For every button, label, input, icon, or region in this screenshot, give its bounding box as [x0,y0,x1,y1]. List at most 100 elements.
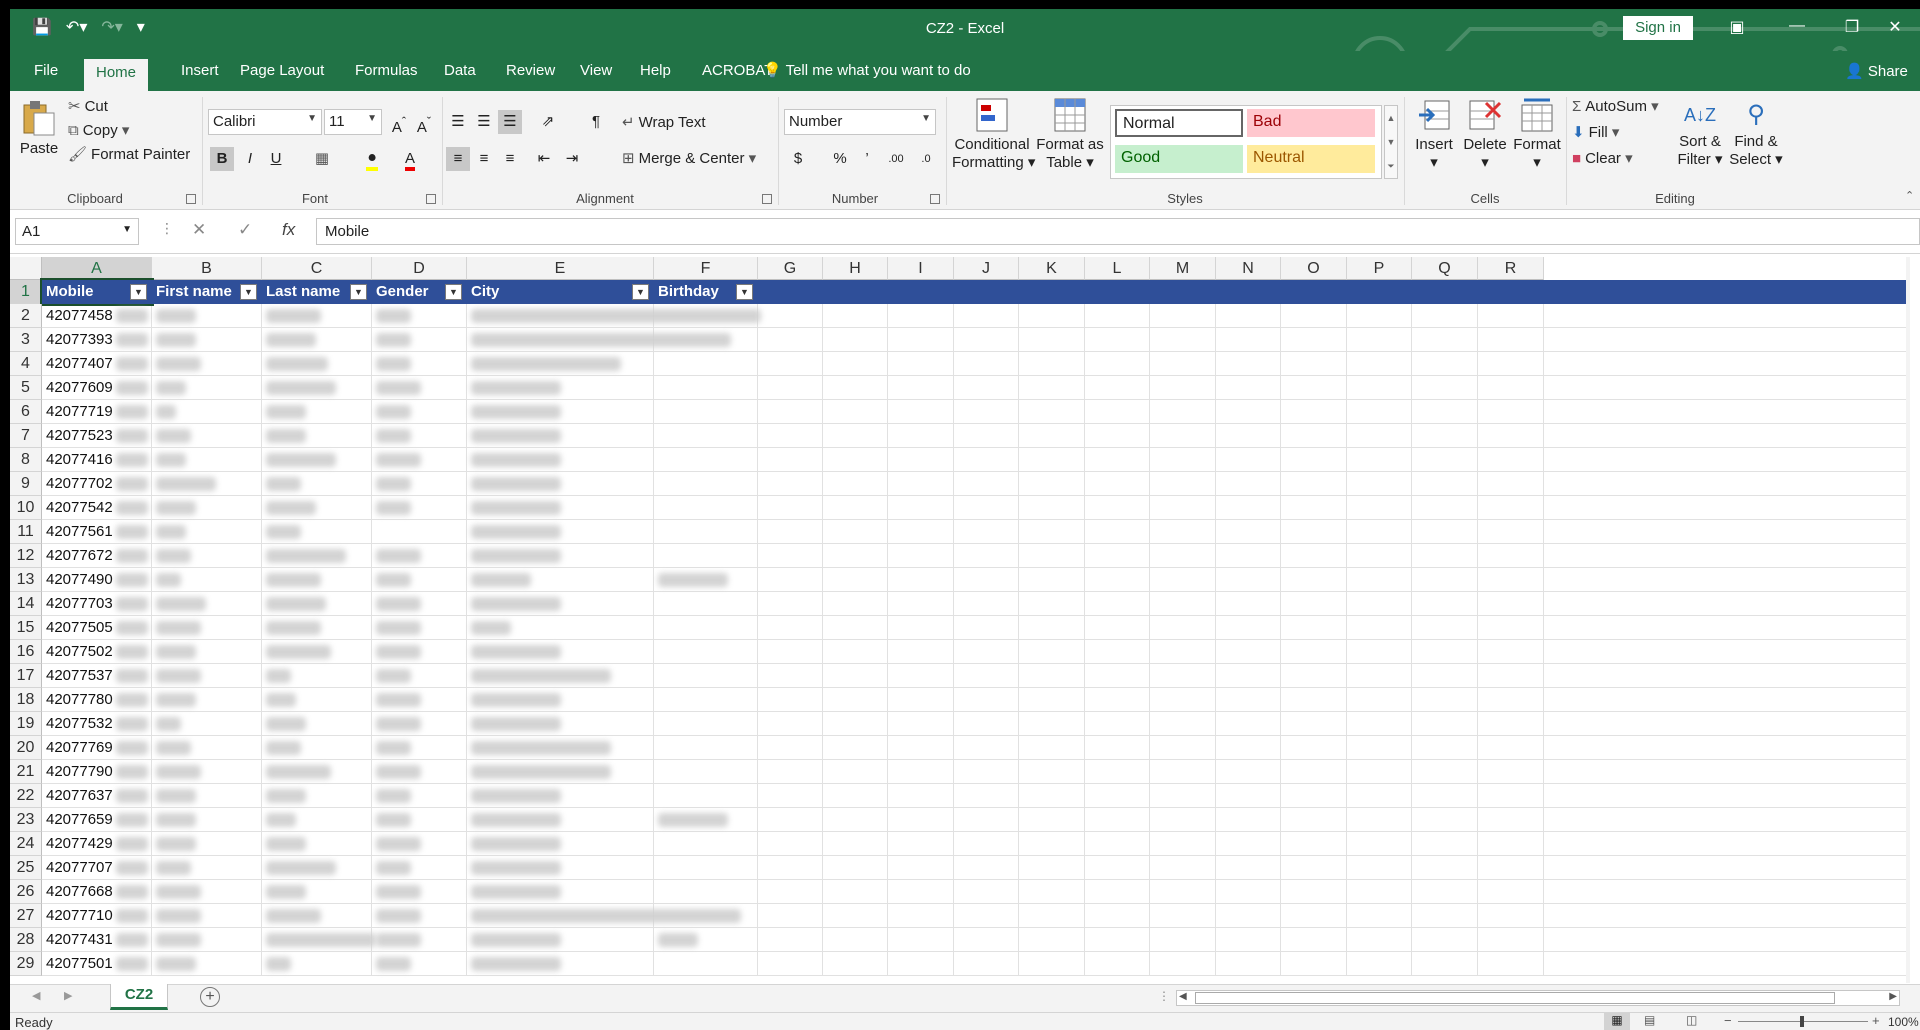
comma-style-icon[interactable]: ’ [855,147,879,171]
select-all-corner[interactable] [10,257,42,280]
wrap-text-button[interactable]: ↵ Wrap Text [622,113,706,131]
column-header[interactable]: D [372,257,467,280]
page-break-view-icon[interactable]: ◫ [1686,1013,1697,1027]
column-header[interactable]: P [1347,257,1412,280]
row-header[interactable]: 20 [10,736,42,760]
column-header[interactable]: L [1085,257,1150,280]
mobile-cell[interactable]: 42077393 [42,328,152,352]
zoom-in-icon[interactable]: + [1872,1013,1880,1028]
font-name-combo[interactable]: Calibri ▼ [208,109,322,135]
style-normal[interactable]: Normal [1115,109,1243,137]
underline-button[interactable]: U [264,147,288,171]
column-header[interactable]: O [1281,257,1347,280]
row-header[interactable]: 22 [10,784,42,808]
row-header[interactable]: 9 [10,472,42,496]
zoom-out-icon[interactable]: − [1724,1013,1732,1028]
find-select-button[interactable]: ⚲ Find & Select ▾ [1728,97,1784,187]
mobile-cell[interactable]: 42077407 [42,352,152,376]
row-header[interactable]: 21 [10,760,42,784]
fill-button[interactable]: ⬇ Fill ▾ [1572,123,1623,141]
mobile-cell[interactable]: 42077702 [42,472,152,496]
tab-home[interactable]: Home [84,59,149,91]
orientation-icon[interactable]: ⇗ [536,110,560,134]
column-header[interactable]: A [42,257,152,280]
number-launcher-icon[interactable] [930,194,940,204]
mobile-cell[interactable]: 42077532 [42,712,152,736]
row-header[interactable]: 7 [10,424,42,448]
tell-me-search[interactable]: 💡 Tell me what you want to do [763,61,971,79]
tab-help[interactable]: Help [640,61,671,91]
filter-dropdown-icon[interactable]: ▼ [240,284,257,300]
fill-color-icon[interactable]: ⚫ [360,147,384,171]
row-header[interactable]: 25 [10,856,42,880]
mobile-cell[interactable]: 42077416 [42,448,152,472]
merge-center-button[interactable]: ⊞ Merge & Center ▾ [622,149,760,167]
paragraph-direction-icon[interactable]: ¶ [584,110,608,134]
next-sheet-icon[interactable]: ▶ [64,989,72,1002]
styles-gallery-scroll[interactable]: ▲ ▼ ⏷ [1384,105,1398,179]
mobile-cell[interactable]: 42077537 [42,664,152,688]
bottom-align-icon[interactable]: ☰ [498,110,522,134]
mobile-cell[interactable]: 42077719 [42,400,152,424]
table-header-cell[interactable]: City ▼ [467,280,654,304]
alignment-launcher-icon[interactable] [762,194,772,204]
row-header[interactable]: 28 [10,928,42,952]
tab-formulas[interactable]: Formulas [355,61,418,91]
scroll-left-icon[interactable]: ◀ [1179,991,1187,1002]
mobile-cell[interactable]: 42077458 [42,304,152,328]
align-center-icon[interactable]: ≡ [472,147,496,171]
mobile-cell[interactable]: 42077561 [42,520,152,544]
mobile-cell[interactable]: 42077609 [42,376,152,400]
ribbon-display-options-icon[interactable]: ▣ [1722,17,1752,41]
table-header-cell[interactable]: Last name ▼ [262,280,372,304]
mobile-cell[interactable]: 42077710 [42,904,152,928]
page-layout-view-icon[interactable]: ▤ [1644,1013,1655,1027]
mobile-cell[interactable]: 42077659 [42,808,152,832]
mobile-cell[interactable]: 42077542 [42,496,152,520]
filter-dropdown-icon[interactable]: ▼ [736,284,753,300]
mobile-cell[interactable]: 42077501 [42,952,152,976]
copy-button[interactable]: ⧉ Copy ▾ [68,121,133,139]
increase-decimal-icon[interactable]: .00 [884,147,908,171]
clipboard-launcher-icon[interactable] [186,194,196,204]
filter-dropdown-icon[interactable]: ▼ [130,284,147,300]
normal-view-icon[interactable]: ▦ [1604,1013,1630,1030]
row-header[interactable]: 3 [10,328,42,352]
mobile-cell[interactable]: 42077790 [42,760,152,784]
row-header[interactable]: 10 [10,496,42,520]
row-header[interactable]: 26 [10,880,42,904]
column-header[interactable]: R [1478,257,1544,280]
new-sheet-icon[interactable]: + [200,987,220,1007]
decrease-indent-icon[interactable]: ⇤ [532,147,556,171]
row-header[interactable]: 11 [10,520,42,544]
worksheet-grid[interactable]: ABCDEFGHIJKLMNOPQR 1 Mobile ▼ First name ▼ La… [10,257,1910,983]
confirm-entry-icon[interactable]: ✓ [238,220,252,240]
row-header[interactable]: 6 [10,400,42,424]
column-header[interactable]: H [823,257,888,280]
vertical-scrollbar[interactable] [1906,257,1910,983]
row-header[interactable]: 14 [10,592,42,616]
currency-icon[interactable]: $ [786,147,810,171]
collapse-ribbon-icon[interactable]: ⌃ [1905,189,1914,202]
column-header[interactable]: N [1216,257,1281,280]
row-header[interactable]: 1 [10,280,42,304]
format-cells-button[interactable]: Format ▾ [1512,97,1562,187]
mobile-cell[interactable]: 42077490 [42,568,152,592]
cut-button[interactable]: ✂ Cut [68,97,108,115]
column-header[interactable]: I [888,257,954,280]
column-header[interactable]: G [758,257,823,280]
grow-font-icon[interactable]: Aˆ [387,110,411,136]
minimize-icon[interactable]: — [1782,17,1812,41]
conditional-formatting-button[interactable]: Conditional Formatting ▾ [952,97,1035,187]
mobile-cell[interactable]: 42077523 [42,424,152,448]
column-header[interactable]: F [654,257,758,280]
row-header[interactable]: 12 [10,544,42,568]
clear-button[interactable]: ■ Clear ▾ [1572,149,1637,167]
tab-page-layout[interactable]: Page Layout [240,61,324,91]
italic-button[interactable]: I [238,147,262,171]
row-header[interactable]: 13 [10,568,42,592]
shrink-font-icon[interactable]: Aˇ [412,110,436,136]
row-header[interactable]: 17 [10,664,42,688]
insert-cells-button[interactable]: Insert ▾ [1410,97,1458,187]
maximize-icon[interactable]: ❐ [1837,17,1867,41]
